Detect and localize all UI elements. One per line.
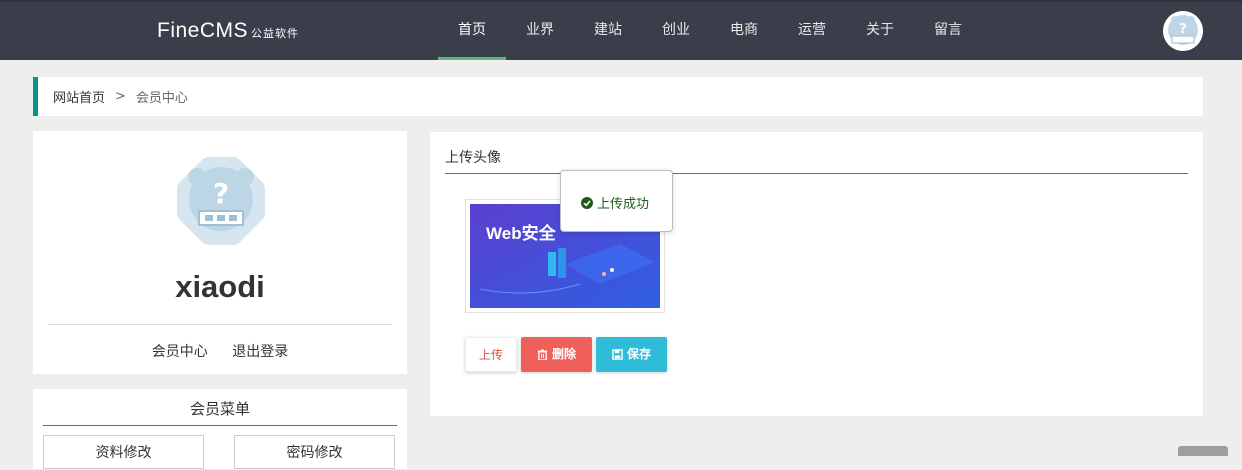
check-circle-icon xyxy=(581,196,593,209)
breadcrumb-current: 会员中心 xyxy=(135,91,188,106)
nav-item-message[interactable]: 留言 xyxy=(914,0,982,60)
profile-avatar-icon: ? xyxy=(175,155,267,247)
edit-profile-button[interactable]: 资料修改 xyxy=(43,435,204,469)
toast-content: 上传成功 xyxy=(581,193,649,212)
logo-main: FineCMS xyxy=(157,19,249,42)
breadcrumb-home[interactable]: 网站首页 xyxy=(53,87,105,106)
nav-item-startup[interactable]: 创业 xyxy=(642,0,710,60)
profile-card: ? xiaodi 会员中心 退出登录 xyxy=(33,131,407,374)
member-menu-card: 会员菜单 资料修改 密码修改 xyxy=(33,389,407,469)
username: xiaodi xyxy=(175,269,265,304)
floppy-disk-icon xyxy=(612,349,623,360)
upload-avatar-panel: 上传头像 Web安全 上传 删除 保存 xyxy=(430,132,1203,416)
nav-item-home[interactable]: 首页 xyxy=(438,0,506,60)
top-navbar: FineCMS 公益软件 首页 业界 建站 创业 电商 运营 关于 留言 ? xyxy=(0,0,1242,60)
nav-item-ecommerce[interactable]: 电商 xyxy=(710,0,778,60)
svg-text:?: ? xyxy=(213,177,229,210)
nav-item-operations[interactable]: 运营 xyxy=(778,0,846,60)
change-password-button[interactable]: 密码修改 xyxy=(234,435,395,469)
save-button-label: 保存 xyxy=(626,347,651,361)
main-nav: 首页 业界 建站 创业 电商 运营 关于 留言 xyxy=(438,0,982,60)
upload-avatar-title: 上传头像 xyxy=(445,147,1188,174)
svg-text:?: ? xyxy=(1179,22,1187,37)
logout-link[interactable]: 退出登录 xyxy=(232,344,288,360)
trash-icon xyxy=(537,349,548,361)
member-menu-title: 会员菜单 xyxy=(43,398,397,426)
nav-item-build[interactable]: 建站 xyxy=(574,0,642,60)
nav-item-about[interactable]: 关于 xyxy=(846,0,914,60)
profile-divider xyxy=(48,324,392,325)
preview-image-caption: Web安全 xyxy=(486,224,556,243)
logo-sub: 公益软件 xyxy=(251,28,300,40)
breadcrumb-separator: > xyxy=(115,89,126,104)
delete-button[interactable]: 删除 xyxy=(521,337,592,372)
upload-button[interactable]: 上传 xyxy=(465,337,517,372)
save-button[interactable]: 保存 xyxy=(596,337,667,372)
back-to-top-button[interactable] xyxy=(1178,446,1228,456)
delete-button-label: 删除 xyxy=(551,347,576,361)
profile-links: 会员中心 退出登录 xyxy=(33,341,407,361)
upload-success-toast: 上传成功 xyxy=(560,170,673,232)
site-logo[interactable]: FineCMS 公益软件 xyxy=(157,17,299,43)
user-avatar-icon[interactable]: ? xyxy=(1163,11,1203,51)
upload-button-label: 上传 xyxy=(478,348,503,362)
member-center-link[interactable]: 会员中心 xyxy=(152,344,208,360)
breadcrumb: 网站首页 > 会员中心 xyxy=(33,77,1203,116)
toast-message: 上传成功 xyxy=(597,197,650,212)
nav-item-industry[interactable]: 业界 xyxy=(506,0,574,60)
